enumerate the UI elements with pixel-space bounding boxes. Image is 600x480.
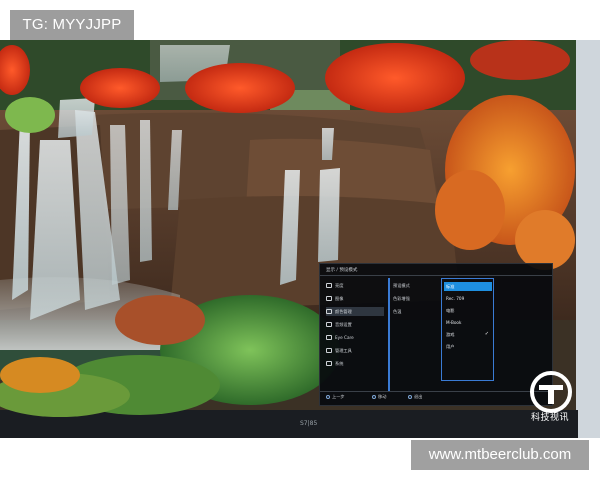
navigate-icon (372, 395, 376, 399)
exit-icon (408, 395, 412, 399)
channel-logo-text: 科技视讯 (530, 413, 569, 423)
osd-footer-label: 退出 (414, 394, 423, 399)
osd-menu-item-audio[interactable]: 音频设置 (326, 320, 384, 329)
osd-menu-item-management[interactable]: 管理工具 (326, 346, 384, 355)
osd-title: 显示 / 预设模式 (326, 268, 358, 273)
osd-submenu-item-color-enhance[interactable]: 色彩增强 (393, 294, 439, 303)
bezel-model-label: S7|85 (300, 420, 318, 427)
osd-menu-item-brightness[interactable]: 亮度 (326, 281, 384, 290)
osd-menu: 显示 / 预设模式 亮度 图像 颜色管理 音频设置 Eye Care 管理工具 … (319, 263, 553, 406)
eye-icon (326, 335, 332, 340)
osd-footer-exit[interactable]: 退出 (408, 394, 422, 400)
osd-option-mbook[interactable]: M-Book (444, 318, 492, 327)
osd-menu-item-eye-care[interactable]: Eye Care (326, 333, 384, 342)
osd-title-divider (320, 275, 552, 276)
osd-menu-label: Eye Care (335, 335, 354, 340)
osd-option-label: 游戏 (446, 332, 455, 337)
osd-option-movie[interactable]: 电影 (444, 306, 492, 315)
osd-menu-label: 管理工具 (335, 347, 352, 353)
osd-option-game[interactable]: 游戏 ✓ (444, 330, 492, 339)
osd-menu-item-color[interactable]: 颜色管理 (326, 307, 384, 316)
osd-option-rec709[interactable]: Rec. 709 (444, 294, 492, 303)
osd-footer-prev[interactable]: 上一步 (326, 394, 345, 400)
back-icon (326, 395, 330, 399)
osd-submenu-item-color-temp[interactable]: 色温 (393, 307, 439, 316)
osd-menu-label: 系统 (335, 360, 344, 366)
osd-footer-label: 移动 (378, 394, 387, 399)
osd-submenu-item-preset-mode[interactable]: 预设模式 (393, 281, 439, 290)
osd-menu-item-system[interactable]: 系统 (326, 359, 384, 368)
osd-column-divider-primary (388, 278, 390, 391)
osd-menu-label: 颜色管理 (335, 308, 352, 314)
person-icon (326, 348, 332, 353)
osd-option-user[interactable]: 用户 (444, 342, 492, 351)
osd-menu-label: 音频设置 (335, 321, 352, 327)
sun-icon (326, 283, 332, 288)
osd-option-standard[interactable]: 标准 (444, 282, 492, 291)
monitor-side (576, 40, 600, 438)
osd-footer-label: 上一步 (332, 394, 345, 399)
osd-menu-item-image[interactable]: 图像 (326, 294, 384, 303)
system-icon (326, 361, 332, 366)
checkmark-icon: ✓ (484, 331, 489, 337)
color-icon (326, 309, 332, 314)
osd-footer-divider (320, 391, 552, 392)
audio-icon (326, 322, 332, 327)
osd-menu-label: 图像 (335, 295, 344, 301)
osd-options-panel: 标准 Rec. 709 电影 M-Book 游戏 ✓ 用户 (441, 278, 494, 381)
osd-menu-label: 亮度 (335, 282, 344, 288)
watermark-top: TG: MYYJJPP (10, 10, 134, 40)
osd-footer-move[interactable]: 移动 (372, 394, 386, 400)
monitor-scene (0, 40, 600, 438)
watermark-bottom: www.mtbeerclub.com (411, 440, 589, 470)
image-icon (326, 296, 332, 301)
